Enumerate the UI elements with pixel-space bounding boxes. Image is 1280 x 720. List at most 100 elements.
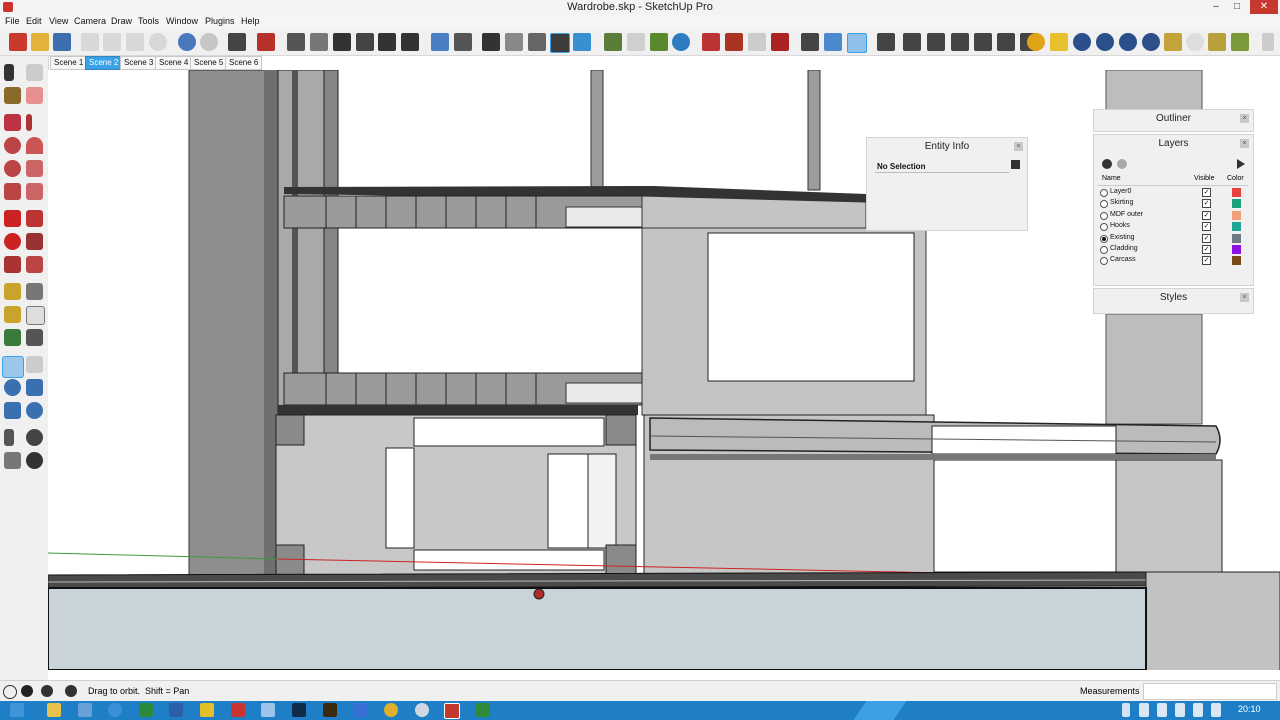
polygon-icon[interactable] xyxy=(4,160,21,177)
illustrator-icon[interactable] xyxy=(323,703,337,717)
protractor-icon[interactable] xyxy=(4,306,21,323)
tab-scene-4[interactable]: Scene 4 xyxy=(155,56,193,70)
layer-row[interactable]: Existing ✓ xyxy=(1100,233,1245,244)
layer-name[interactable]: Layer0 xyxy=(1110,188,1131,195)
credits-icon[interactable] xyxy=(21,685,33,697)
move-axes-icon[interactable] xyxy=(801,33,819,51)
tab-scene-5[interactable]: Scene 5 xyxy=(190,56,228,70)
trim-icon[interactable] xyxy=(997,33,1015,51)
layer-visible-checkbox[interactable]: ✓ xyxy=(1202,233,1211,243)
tab-scene-6[interactable]: Scene 6 xyxy=(225,56,263,70)
col-name[interactable]: Name xyxy=(1102,175,1121,182)
layer-color-swatch[interactable] xyxy=(1232,199,1241,209)
layer-color-swatch[interactable] xyxy=(1232,233,1241,243)
subtract-icon[interactable] xyxy=(974,33,992,51)
explorer-icon[interactable] xyxy=(47,703,61,717)
details-toggle-icon[interactable] xyxy=(1011,160,1020,169)
text-icon[interactable] xyxy=(26,306,45,325)
tab-scene-3[interactable]: Scene 3 xyxy=(120,56,158,70)
styles-title[interactable]: Styles xyxy=(1094,292,1253,303)
getting-started-icon[interactable] xyxy=(9,33,27,51)
save-icon[interactable] xyxy=(53,33,71,51)
minimize-button[interactable]: – xyxy=(1206,0,1226,14)
menu-edit[interactable]: Edit xyxy=(26,16,42,26)
orbit-icon[interactable] xyxy=(2,356,24,378)
geo-location-icon[interactable] xyxy=(672,33,690,51)
col-visible[interactable]: Visible xyxy=(1194,175,1215,182)
measurements-input[interactable] xyxy=(1143,683,1277,700)
plugin-r-icon[interactable] xyxy=(1073,33,1091,51)
layer-name[interactable]: Cladding xyxy=(1110,245,1138,252)
menu-window[interactable]: Window xyxy=(166,16,198,26)
paste-icon[interactable] xyxy=(126,33,144,51)
left-view-icon[interactable] xyxy=(401,33,419,51)
xray-icon[interactable] xyxy=(431,33,449,51)
entity-info-close-icon[interactable]: × xyxy=(1014,142,1023,151)
top-view-icon[interactable] xyxy=(310,33,328,51)
geo-status-icon[interactable] xyxy=(3,685,17,699)
zoom-extents-icon[interactable] xyxy=(4,402,21,419)
photoshop-icon[interactable] xyxy=(292,703,306,717)
walk-icon[interactable] xyxy=(4,429,14,446)
component-icon[interactable] xyxy=(26,64,43,81)
rotate-icon[interactable] xyxy=(4,233,21,250)
tab-scene-1[interactable]: Scene 1 xyxy=(50,56,88,70)
open-icon[interactable] xyxy=(31,33,49,51)
outliner-panel[interactable]: Outliner × xyxy=(1093,109,1254,132)
orbit-axes-icon[interactable] xyxy=(824,33,842,51)
layer-visible-checkbox[interactable]: ✓ xyxy=(1202,245,1211,254)
layer-visible-checkbox[interactable]: ✓ xyxy=(1202,222,1211,232)
layer-visible-checkbox[interactable]: ✓ xyxy=(1202,199,1211,209)
copy-icon[interactable] xyxy=(103,33,121,51)
tray-up-icon[interactable] xyxy=(1122,703,1130,717)
styles-close-icon[interactable]: × xyxy=(1240,293,1249,302)
menu-view[interactable]: View xyxy=(49,16,68,26)
menu-plugins[interactable]: Plugins xyxy=(205,16,235,26)
clock[interactable]: 20:10 xyxy=(1238,704,1261,714)
undo-icon[interactable] xyxy=(178,33,196,51)
paint-bucket-icon[interactable] xyxy=(4,87,21,104)
zoom-icon[interactable] xyxy=(4,379,21,396)
print-icon[interactable] xyxy=(228,33,246,51)
section-cuts-icon[interactable] xyxy=(627,33,645,51)
outliner-close-icon[interactable]: × xyxy=(1240,114,1249,123)
menu-file[interactable]: File xyxy=(5,16,20,26)
shaded-textures-icon[interactable] xyxy=(550,33,570,53)
hidden-line-icon[interactable] xyxy=(505,33,523,51)
shaded-icon[interactable] xyxy=(528,33,546,51)
start-icon[interactable] xyxy=(10,703,24,717)
layer-row[interactable]: MDF outer ✓ xyxy=(1100,210,1245,221)
3d-text-icon[interactable] xyxy=(26,329,43,346)
help-status-icon[interactable] xyxy=(65,685,77,697)
layer-name[interactable]: Skirting xyxy=(1110,199,1133,206)
back-view-icon[interactable] xyxy=(378,33,396,51)
maximize-button[interactable]: □ xyxy=(1227,0,1247,14)
eraser-icon[interactable] xyxy=(26,87,43,104)
tray-network-icon[interactable] xyxy=(1175,703,1185,717)
layer-color-swatch[interactable] xyxy=(1232,245,1241,254)
freehand-icon[interactable] xyxy=(26,160,43,177)
camtasia-icon[interactable] xyxy=(476,703,490,717)
arc-3pt-icon[interactable] xyxy=(26,183,43,200)
model-viewport[interactable]: Entity Info × No Selection Outliner × La… xyxy=(48,70,1280,680)
layer-visible-checkbox[interactable]: ✓ xyxy=(1202,210,1211,220)
styles-panel[interactable]: Styles × xyxy=(1093,288,1254,314)
plugin-tools-icon[interactable] xyxy=(1208,33,1226,51)
arc-2pt-icon[interactable] xyxy=(4,183,21,200)
components-icon[interactable] xyxy=(702,33,720,51)
front-view-icon[interactable] xyxy=(333,33,351,51)
intersect-icon[interactable] xyxy=(927,33,945,51)
select-icon[interactable] xyxy=(4,64,14,81)
add-layer-icon[interactable] xyxy=(1102,159,1112,169)
layer-name[interactable]: MDF outer xyxy=(1110,211,1143,218)
app-blue-icon[interactable] xyxy=(353,703,367,717)
layer-visible-checkbox[interactable]: ✓ xyxy=(1202,256,1211,266)
plugin-tag-icon[interactable] xyxy=(1050,33,1068,51)
arc-icon[interactable] xyxy=(26,137,43,154)
plugin-wand-icon[interactable] xyxy=(1164,33,1182,51)
active-layer-radio[interactable] xyxy=(1100,257,1108,266)
tray-icon-2[interactable] xyxy=(1157,703,1167,717)
look-around-icon[interactable] xyxy=(26,429,43,446)
toolbar-overflow-icon[interactable] xyxy=(1262,33,1274,51)
layer-color-swatch[interactable] xyxy=(1232,210,1241,220)
